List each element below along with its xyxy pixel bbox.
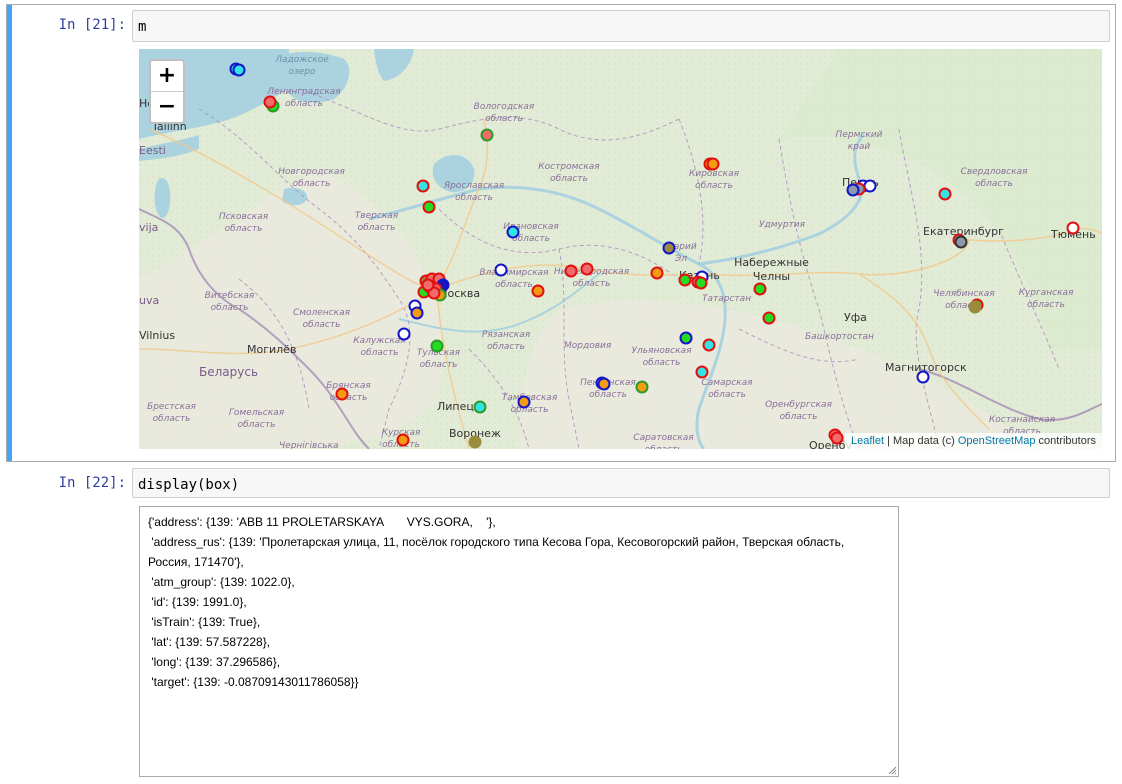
resize-handle-icon[interactable]	[887, 765, 897, 775]
map-marker[interactable]	[753, 282, 767, 296]
map-markers	[229, 62, 1080, 449]
output-line: 'target': {139: -0.08709143011786058}}	[148, 675, 359, 689]
leaflet-link[interactable]: Leaflet	[851, 435, 884, 447]
map-marker[interactable]	[830, 431, 844, 445]
map-marker[interactable]	[416, 179, 430, 193]
map-marker[interactable]	[702, 338, 716, 352]
map-marker[interactable]	[954, 235, 968, 249]
map-marker[interactable]	[846, 183, 860, 197]
map-marker[interactable]	[531, 284, 545, 298]
attribution-contributors: contributors	[1035, 435, 1096, 447]
leaflet-map[interactable]: Ладожское озеро Ленинградская область He…	[139, 49, 1102, 449]
output-textarea[interactable]: {'address': {139: 'ABB 11 PROLETARSKAYA …	[139, 506, 899, 777]
attribution-separator: | Map data (c)	[884, 435, 958, 447]
map-marker[interactable]	[694, 276, 708, 290]
zoom-control: + −	[149, 59, 185, 124]
map-marker[interactable]	[410, 306, 424, 320]
map-marker[interactable]	[517, 395, 531, 409]
output-line: 'address_rus': {139: 'Пролетарская улица…	[148, 535, 848, 569]
cell-selection-bar	[7, 5, 12, 461]
map-marker[interactable]	[422, 200, 436, 214]
map-marker[interactable]	[494, 263, 508, 277]
map-marker[interactable]	[480, 128, 494, 142]
output-line: 'long': {139: 37.296586},	[148, 655, 281, 669]
map-marker[interactable]	[706, 157, 720, 171]
map-marker[interactable]	[468, 435, 482, 449]
map-marker[interactable]	[263, 95, 277, 109]
map-marker[interactable]	[650, 266, 664, 280]
map-marker[interactable]	[580, 262, 594, 276]
output-line: {'address': {139: 'ABB 11 PROLETARSKAYA …	[148, 515, 496, 529]
output-line: 'atm_group': {139: 1022.0},	[148, 575, 295, 589]
map-marker[interactable]	[635, 380, 649, 394]
osm-link[interactable]: OpenStreetMap	[958, 435, 1036, 447]
map-marker[interactable]	[430, 339, 444, 353]
zoom-out-button[interactable]: −	[151, 92, 183, 122]
map-marker[interactable]	[232, 63, 246, 77]
map-marker[interactable]	[938, 187, 952, 201]
code-input-21[interactable]: m	[132, 10, 1110, 42]
output-line: 'isTrain': {139: True},	[148, 615, 261, 629]
map-marker[interactable]	[762, 311, 776, 325]
map-marker[interactable]	[597, 377, 611, 391]
map-marker[interactable]	[678, 273, 692, 287]
input-prompt-22: In [22]:	[58, 475, 126, 491]
map-marker[interactable]	[916, 370, 930, 384]
map-marker[interactable]	[863, 179, 877, 193]
map-marker[interactable]	[662, 241, 676, 255]
map-marker[interactable]	[695, 365, 709, 379]
map-marker[interactable]	[396, 433, 410, 447]
map-marker[interactable]	[968, 300, 982, 314]
output-line: 'lat': {139: 57.587228},	[148, 635, 271, 649]
input-prompt-21: In [21]:	[58, 17, 126, 33]
map-marker[interactable]	[473, 400, 487, 414]
output-line: 'id': {139: 1991.0},	[148, 595, 247, 609]
map-marker[interactable]	[421, 278, 435, 292]
map-marker[interactable]	[1066, 221, 1080, 235]
map-marker[interactable]	[564, 264, 578, 278]
map-marker[interactable]	[506, 225, 520, 239]
map-marker[interactable]	[679, 331, 693, 345]
zoom-in-button[interactable]: +	[151, 61, 183, 92]
map-marker[interactable]	[397, 327, 411, 341]
code-input-22[interactable]: display(box)	[132, 468, 1110, 498]
map-marker[interactable]	[335, 387, 349, 401]
map-attribution: Leaflet | Map data (c) OpenStreetMap con…	[845, 433, 1102, 449]
